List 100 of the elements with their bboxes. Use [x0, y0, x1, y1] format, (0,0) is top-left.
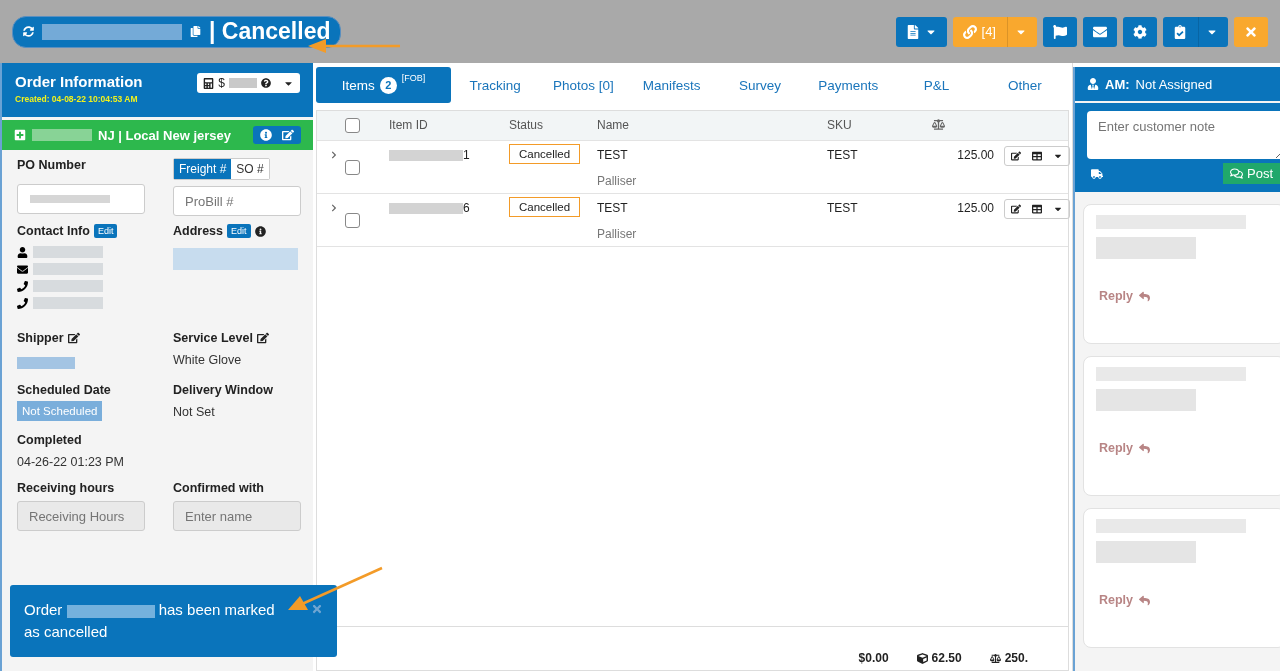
- clipboard-check-icon: [1173, 24, 1187, 39]
- tab[interactable]: Tracking: [451, 67, 540, 103]
- panel-title: Order Information: [15, 73, 143, 90]
- table-cell-text: Palliser: [597, 174, 638, 188]
- table-cell-text: TEST: [597, 148, 629, 162]
- table-cell-text: 125.00: [956, 148, 994, 162]
- tab[interactable]: Payments: [804, 67, 893, 103]
- toolbar-button[interactable]: [1163, 16, 1228, 47]
- column-header: Status: [509, 118, 545, 132]
- tab[interactable]: Other: [980, 67, 1069, 103]
- freight-tab[interactable]: SO #: [231, 159, 269, 179]
- reply-link[interactable]: Reply: [1096, 289, 1151, 303]
- icon-button-group[interactable]: [253, 126, 301, 144]
- column-header: SKU: [827, 118, 853, 132]
- table-cell-text: Palliser: [597, 227, 638, 241]
- toolbar-button[interactable]: [1043, 16, 1077, 47]
- post-button[interactable]: Post: [1223, 163, 1280, 184]
- toolbar-button[interactable]: [1083, 16, 1117, 47]
- info-icon: [254, 225, 266, 237]
- scale-icon: [932, 118, 945, 131]
- toolbar-button[interactable]: [895, 16, 947, 47]
- person-icon: [17, 246, 28, 258]
- reply-link[interactable]: Reply: [1096, 593, 1151, 607]
- scale-icon: [989, 652, 1001, 664]
- column-header: Item ID: [389, 118, 429, 132]
- edit-icon[interactable]: [256, 332, 269, 344]
- document-icon: [905, 24, 920, 39]
- flag-icon: [1053, 24, 1067, 39]
- help-icon: [261, 78, 271, 88]
- status-badge: Cancelled: [509, 197, 581, 217]
- toast-message: Order has been marked as cancelled: [24, 600, 276, 642]
- status-badge: Cancelled: [509, 144, 581, 164]
- refresh-icon[interactable]: [23, 26, 34, 37]
- status-badge: Not Scheduled: [17, 401, 103, 421]
- table-cell-text: 125.00: [956, 201, 994, 215]
- field-label: Contact Info: [17, 224, 90, 238]
- amount-dropdown[interactable]: $: [197, 73, 300, 93]
- probill-field[interactable]: ProBill #: [173, 186, 301, 216]
- table-cell: 6: [463, 201, 470, 215]
- close-icon: [1244, 24, 1258, 39]
- info-icon[interactable]: [260, 129, 272, 141]
- field-value: White Glove: [173, 353, 243, 367]
- chevron-icon[interactable]: [330, 204, 338, 212]
- tab[interactable]: Items 2 $^{[FOB]}$: [316, 67, 451, 103]
- phone-icon: [17, 280, 28, 292]
- truck-icon[interactable]: [1091, 167, 1103, 180]
- total-weight: 250.: [1004, 651, 1028, 665]
- am-value: Not Assigned: [1135, 76, 1213, 92]
- table-cell: 1: [463, 148, 470, 162]
- table-cell-text: TEST: [827, 201, 859, 215]
- toolbar-button[interactable]: [1123, 16, 1157, 47]
- redacted-block: [33, 263, 103, 275]
- checkbox[interactable]: [345, 160, 360, 175]
- copy-icon[interactable]: [190, 26, 201, 37]
- phone-icon: [17, 297, 28, 309]
- tab[interactable]: Survey: [715, 67, 805, 103]
- reply-link[interactable]: Reply: [1096, 441, 1151, 455]
- field-label: Scheduled Date: [17, 383, 111, 397]
- am-label: AM:: [1105, 76, 1130, 92]
- reply-icon: [1139, 442, 1151, 454]
- checkbox[interactable]: [345, 118, 360, 133]
- tab[interactable]: P&L: [892, 67, 981, 103]
- redacted-block: [33, 280, 103, 292]
- order-status: | Cancelled: [209, 18, 331, 45]
- field-label: Shipper: [17, 331, 64, 345]
- edit-button[interactable]: Edit: [93, 224, 118, 238]
- total-amount: $0.00: [858, 651, 889, 665]
- table-cell-text: TEST: [597, 201, 629, 215]
- tab[interactable]: Manifests: [627, 67, 716, 103]
- tab[interactable]: Photos [0]: [539, 67, 628, 103]
- field-label: Address: [173, 224, 224, 238]
- field-value: 04-26-22 01:23 PM: [17, 455, 125, 469]
- column-header: Name: [597, 118, 630, 132]
- edit-icon[interactable]: [1010, 151, 1021, 161]
- field-label: Receiving hours: [17, 481, 115, 495]
- created-date: Created: 04-08-22 10:04:53 AM: [15, 94, 139, 104]
- box-icon: [916, 652, 928, 664]
- total-volume: 62.50: [931, 651, 962, 665]
- redacted-block: [32, 129, 92, 141]
- po-field[interactable]: [17, 184, 145, 214]
- field-label: Completed: [17, 433, 82, 447]
- freight-tab[interactable]: Freight #: [174, 159, 232, 179]
- field-label: Service Level: [173, 331, 253, 345]
- chevron-icon[interactable]: [330, 151, 338, 159]
- mail-icon: [1093, 24, 1107, 39]
- row-actions[interactable]: [1004, 146, 1070, 166]
- edit-button[interactable]: Edit: [227, 224, 251, 238]
- row-actions[interactable]: [1004, 199, 1070, 219]
- edit-icon[interactable]: [1010, 204, 1021, 214]
- table-icon[interactable]: [1032, 151, 1042, 161]
- note-field[interactable]: Enter customer note: [1087, 111, 1280, 159]
- comments-icon: [1230, 167, 1243, 180]
- checkbox[interactable]: [345, 213, 360, 228]
- redacted-block: [17, 356, 75, 369]
- plus-icon[interactable]: [14, 129, 26, 141]
- table-icon[interactable]: [1032, 204, 1042, 214]
- person-icon: [1087, 78, 1099, 90]
- redacted-block: [33, 246, 103, 258]
- edit-icon[interactable]: [67, 332, 80, 344]
- location-text: NJ | Local New jersey: [98, 127, 231, 143]
